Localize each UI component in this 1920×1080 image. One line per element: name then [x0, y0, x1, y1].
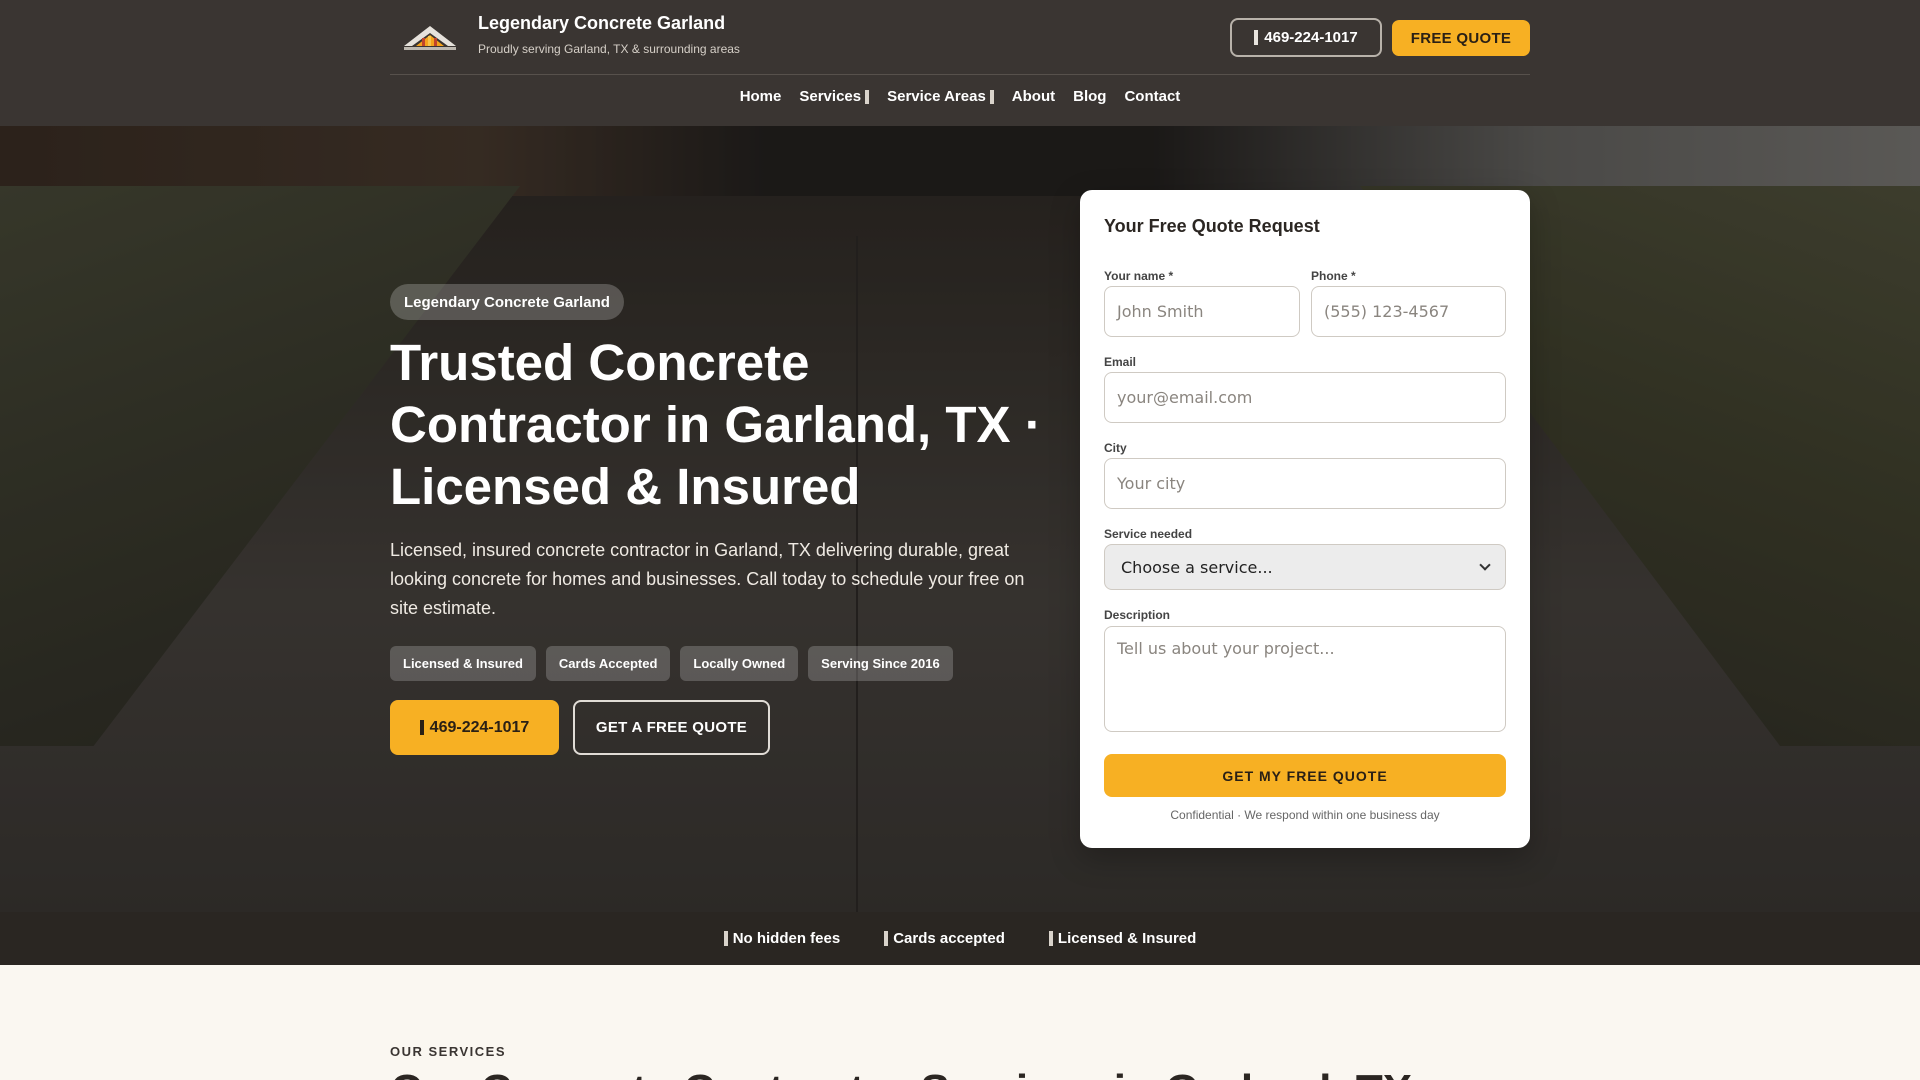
check-icon [1048, 931, 1053, 946]
site-header: Legendary Concrete Garland Proudly servi… [0, 0, 1920, 126]
badge-local: Locally Owned [680, 646, 799, 681]
services-eyebrow: OUR SERVICES [390, 1044, 507, 1059]
name-label: Your name * [1104, 269, 1174, 283]
hero-phone-label: 469-224-1017 [429, 718, 530, 736]
hero-free-quote-button[interactable]: GET A FREE QUOTE [573, 700, 770, 755]
phone-input[interactable]: (555) 123-4567 [1311, 286, 1506, 337]
nav-label: About [1011, 88, 1056, 105]
chevron-down-icon [865, 89, 870, 104]
nav-label: Services [799, 88, 862, 105]
header-phone-button[interactable]: 469-224-1017 [1230, 18, 1382, 57]
badge-since: Serving Since 2016 [808, 646, 953, 681]
phone-label: Phone * [1311, 269, 1356, 283]
header-inner: Legendary Concrete Garland Proudly servi… [390, 0, 1530, 126]
nav-item-blog[interactable]: Blog [1073, 88, 1106, 105]
service-label: Service needed [1104, 527, 1193, 541]
nav-item-home[interactable]: Home [740, 88, 782, 105]
nav-item-services[interactable]: Services [799, 88, 870, 105]
nav-label: Contact [1124, 88, 1181, 105]
badge-licensed: Licensed & Insured [390, 646, 536, 681]
nav-item-contact[interactable]: Contact [1124, 88, 1180, 105]
check-icon [884, 931, 889, 946]
check-icon [723, 931, 728, 946]
house-roof-logo-icon[interactable] [402, 20, 458, 56]
hero-overlay [0, 126, 1920, 912]
phone-icon [1254, 30, 1259, 45]
badge-cards: Cards Accepted [545, 646, 671, 681]
city-input[interactable]: Your city [1104, 458, 1506, 509]
city-label: City [1104, 441, 1127, 455]
brand-title[interactable]: Legendary Concrete Garland [478, 13, 725, 34]
form-note: Confidential · We respond within one bus… [1170, 808, 1440, 822]
brand-tagline: Proudly serving Garland, TX & surroundin… [478, 42, 740, 56]
header-divider [390, 74, 1530, 75]
hero-description: Licensed, insured concrete contractor in… [390, 540, 1025, 618]
name-input[interactable]: John Smith [1104, 286, 1300, 337]
chevron-down-icon [1479, 559, 1491, 571]
services-title: Our Concrete Contractor Services in Garl… [390, 1066, 1412, 1080]
description-textarea[interactable]: Tell us about your project... [1104, 626, 1506, 732]
hero-badges: Licensed & Insured Cards Accepted Locall… [390, 646, 953, 681]
hero-phone-button[interactable]: 469-224-1017 [390, 700, 559, 755]
trust-strip: No hidden fees Cards accepted Licensed &… [0, 912, 1920, 965]
trust-label: Cards accepted [893, 930, 1005, 947]
email-input[interactable]: your@email.com [1104, 372, 1506, 423]
trust-item-cards: Cards accepted [884, 930, 1005, 947]
trust-item-licensed: Licensed & Insured [1048, 930, 1197, 947]
nav-item-service-areas[interactable]: Service Areas [887, 88, 994, 105]
email-label: Email [1104, 355, 1137, 369]
service-select-value: Choose a service... [1121, 557, 1273, 577]
nav-label: Home [739, 88, 782, 105]
chevron-down-icon [989, 89, 994, 104]
phone-icon [419, 720, 424, 735]
nav-label: Blog [1073, 88, 1107, 105]
nav-label: Service Areas [887, 88, 986, 105]
trust-item-no-fees: No hidden fees [723, 930, 841, 947]
service-select[interactable]: Choose a service... [1104, 544, 1506, 590]
main-nav: Home Services Service Areas About Blog C… [390, 88, 1530, 105]
trust-label: Licensed & Insured [1057, 930, 1197, 947]
hero-section: Legendary Concrete Garland Trusted Concr… [0, 126, 1920, 912]
description-label: Description [1104, 608, 1171, 622]
header-phone-label: 469-224-1017 [1264, 29, 1358, 46]
header-free-quote-button[interactable]: FREE QUOTE [1392, 20, 1530, 56]
quote-form-card: Your Free Quote Request Your name * John… [1080, 190, 1530, 848]
submit-quote-button[interactable]: GET MY FREE QUOTE [1104, 754, 1506, 797]
hero-title: Trusted Concrete Contractor in Garland, … [390, 334, 1042, 515]
form-title: Your Free Quote Request [1104, 216, 1320, 236]
hero-brand-pill: Legendary Concrete Garland [390, 284, 624, 320]
nav-item-about[interactable]: About [1012, 88, 1055, 105]
trust-label: No hidden fees [732, 930, 841, 947]
